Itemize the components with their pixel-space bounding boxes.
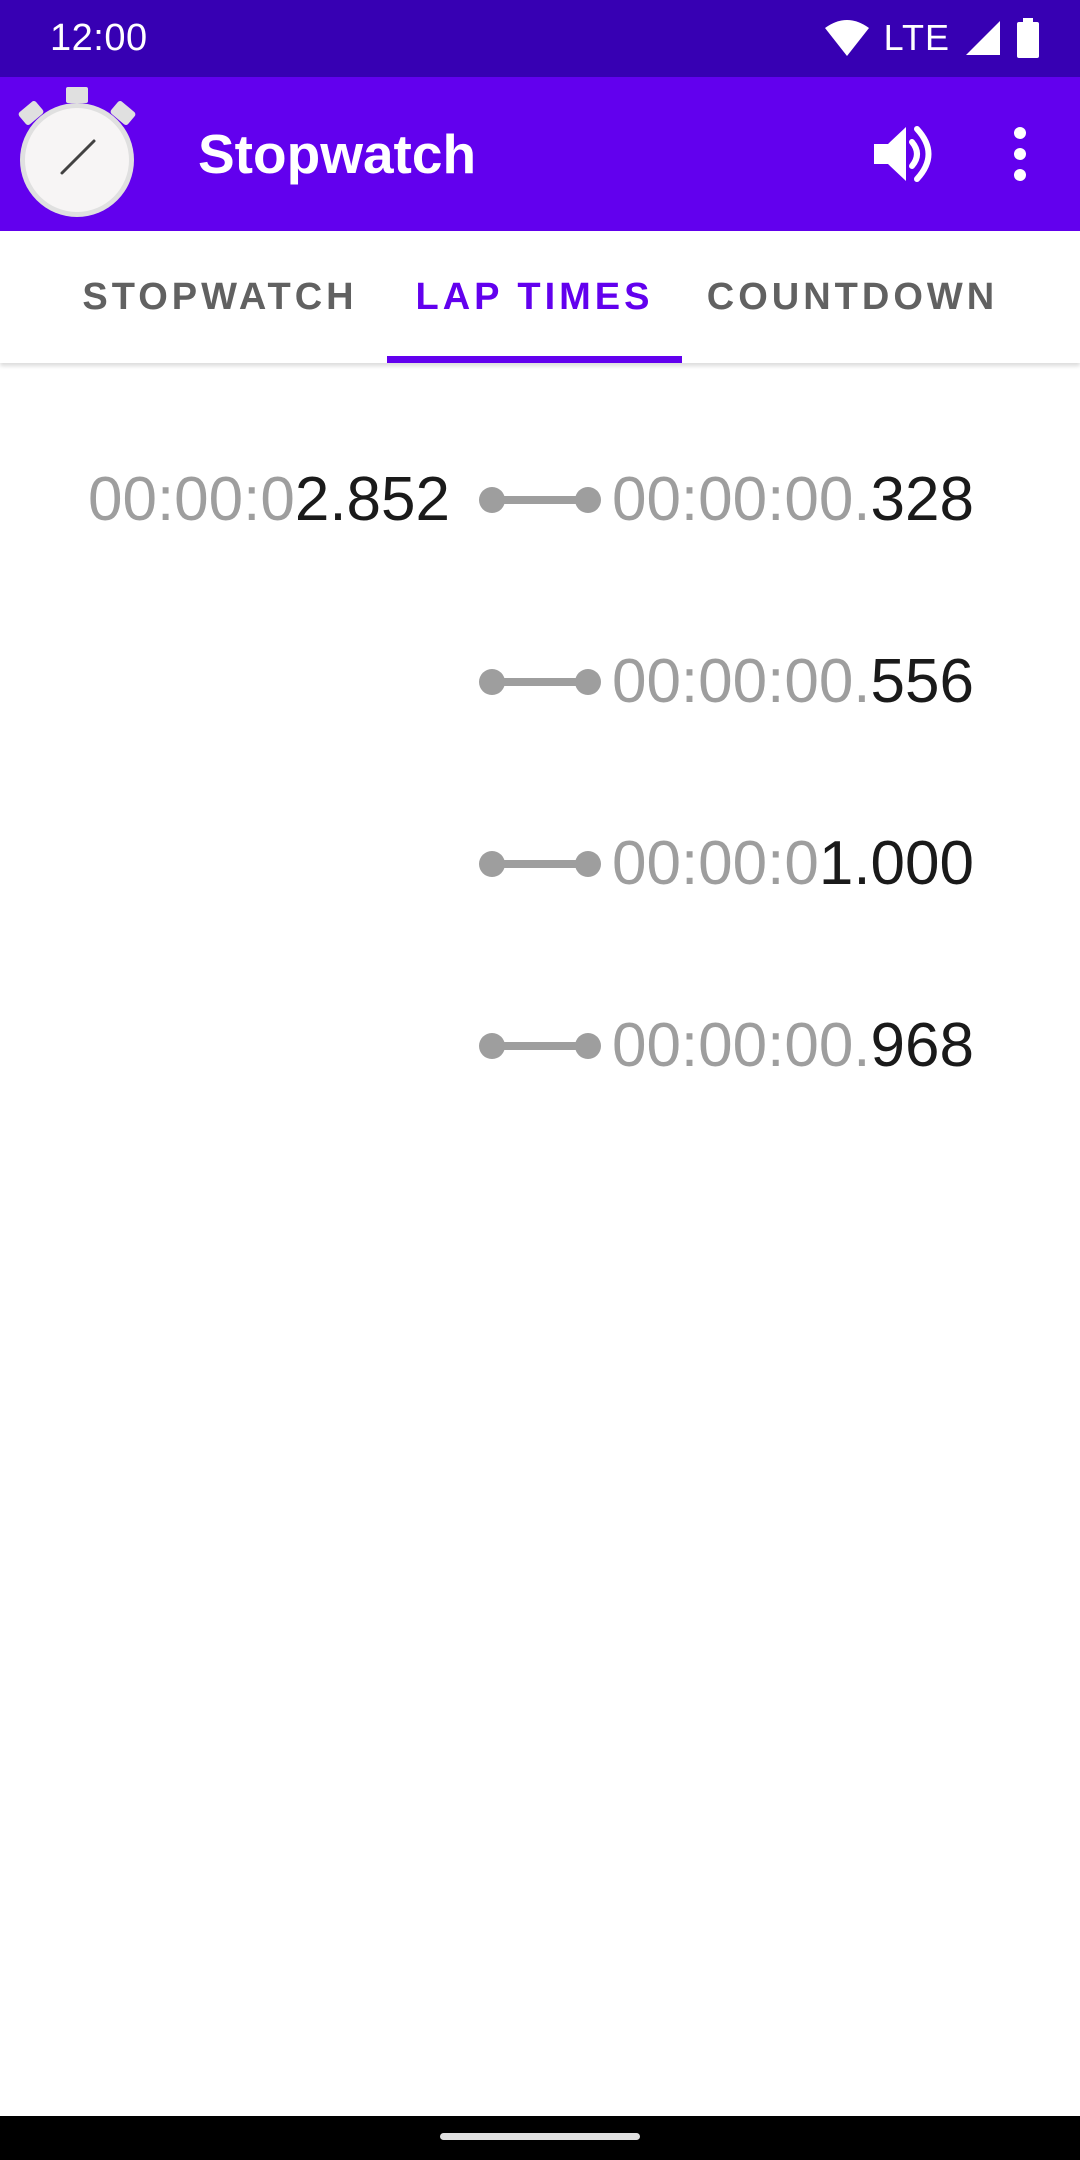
status-icons: LTE: [824, 14, 1040, 62]
wifi-icon: [824, 18, 870, 58]
lap-time: 00:00:00.556: [612, 632, 974, 732]
lap-time: 00:00:01.000: [612, 814, 974, 914]
navigation-bar: [0, 2116, 1080, 2160]
lap-time-dim: 00:00:00.: [611, 647, 871, 716]
lap-time-value: 328: [870, 465, 974, 534]
tab-lap-times[interactable]: LAP TIMES: [387, 231, 682, 363]
status-time: 12:00: [50, 17, 148, 59]
lap-time-value: 556: [870, 647, 974, 716]
cell-signal-icon: [964, 19, 1002, 57]
tab-indicator: [387, 356, 682, 363]
lap-row: 00:00:00.556: [0, 632, 1080, 732]
tab-stopwatch[interactable]: STOPWATCH: [60, 231, 380, 363]
lap-connector-icon: [478, 484, 602, 516]
volume-button[interactable]: [866, 118, 938, 190]
lap-time-dim: 00:00:00.: [611, 465, 871, 534]
app-bar: Stopwatch: [0, 77, 1080, 231]
total-time-dim: 00:00:0: [87, 465, 295, 534]
lap-row: 00:00:00.968: [0, 996, 1080, 1096]
total-time-value: 2.852: [294, 465, 450, 534]
stopwatch-logo-icon: [14, 85, 140, 219]
tab-bar: STOPWATCH LAP TIMES COUNTDOWN: [0, 231, 1080, 363]
status-bar: 12:00 LTE: [0, 0, 1080, 77]
lap-time: 00:00:00.328: [612, 450, 974, 550]
lap-connector-icon: [478, 666, 602, 698]
lap-time-value: 968: [870, 1011, 974, 1080]
app-title: Stopwatch: [198, 123, 477, 185]
home-gesture-handle[interactable]: [440, 2133, 640, 2140]
battery-icon: [1016, 18, 1040, 58]
network-type: LTE: [883, 17, 950, 58]
lap-row: 00:00:01.000: [0, 814, 1080, 914]
tab-countdown[interactable]: COUNTDOWN: [690, 231, 1015, 363]
lap-time: 00:00:00.968: [612, 996, 974, 1096]
lap-time-dim: 00:00:0: [611, 829, 819, 898]
lap-connector-icon: [478, 1030, 602, 1062]
more-options-button[interactable]: [985, 118, 1055, 190]
lap-row: 00:00:02.852 00:00:00.328: [0, 450, 1080, 550]
volume-icon: [866, 126, 938, 194]
total-time: 00:00:02.852: [88, 450, 450, 550]
more-vert-icon: [985, 127, 1055, 194]
lap-time-value: 1.000: [818, 829, 974, 898]
lap-time-dim: 00:00:00.: [611, 1011, 871, 1080]
lap-connector-icon: [478, 848, 602, 880]
